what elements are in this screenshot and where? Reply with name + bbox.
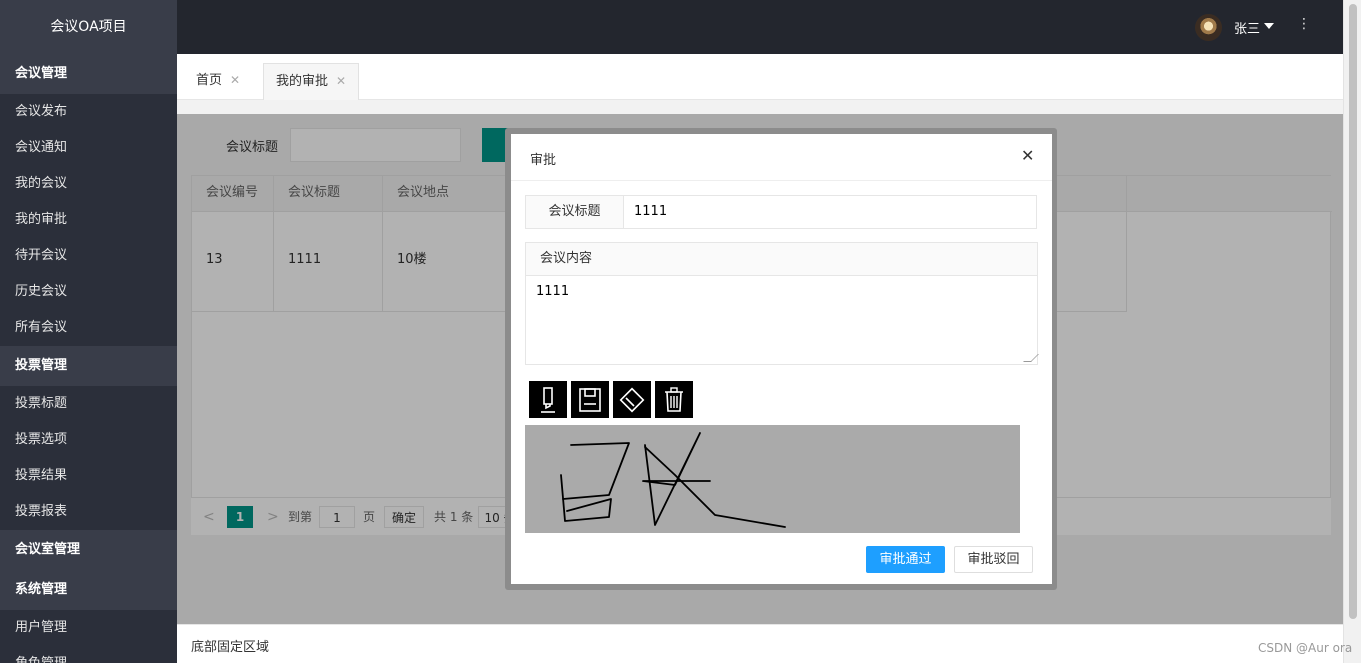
nav-item-history[interactable]: 历史会议 xyxy=(0,274,177,310)
nav-item-my-meeting[interactable]: 我的会议 xyxy=(0,166,177,202)
user-name[interactable]: 张三 xyxy=(1234,18,1260,37)
nav-item-user[interactable]: 用户管理 xyxy=(0,610,177,646)
nav-group-system[interactable]: 系统管理 xyxy=(0,570,177,610)
nav-group-vote[interactable]: 投票管理 xyxy=(0,346,177,386)
footer-text: 底部固定区域 xyxy=(191,640,270,655)
save-icon[interactable] xyxy=(571,381,609,418)
sidebar: 会议OA项目 会议管理 会议发布 会议通知 我的会议 我的审批 待开会议 历史会… xyxy=(0,0,177,663)
nav-item-publish[interactable]: 会议发布 xyxy=(0,94,177,130)
meeting-title-value[interactable]: 1111 xyxy=(634,196,667,228)
nav-group-room[interactable]: 会议室管理 xyxy=(0,530,177,570)
nav-item-vote-result[interactable]: 投票结果 xyxy=(0,458,177,494)
nav-item-my-approval[interactable]: 我的审批 xyxy=(0,202,177,238)
nav-group-meeting[interactable]: 会议管理 xyxy=(0,54,177,94)
nav-item-role[interactable]: 角色管理 xyxy=(0,646,177,663)
eraser-icon[interactable] xyxy=(613,381,651,418)
app-logo: 会议OA项目 xyxy=(0,0,177,54)
footer: 底部固定区域 xyxy=(177,624,1343,663)
page-scrollbar[interactable] xyxy=(1343,0,1361,663)
nav-item-vote-title[interactable]: 投票标题 xyxy=(0,386,177,422)
resize-handle-icon[interactable] xyxy=(1023,354,1039,362)
nav-item-vote-option[interactable]: 投票选项 xyxy=(0,422,177,458)
nav-item-pending[interactable]: 待开会议 xyxy=(0,238,177,274)
meeting-title-field: 会议标题 1111 xyxy=(525,195,1037,229)
field-label: 会议标题 xyxy=(526,196,624,228)
nav-item-notice[interactable]: 会议通知 xyxy=(0,130,177,166)
avatar[interactable] xyxy=(1195,14,1222,41)
top-header: 张三 ⋮ xyxy=(177,0,1343,54)
tab-label: 首页 xyxy=(196,73,223,88)
close-icon[interactable]: ✕ xyxy=(1021,146,1034,165)
tab-my-approval[interactable]: 我的审批 ✕ xyxy=(263,63,360,100)
nav-item-all[interactable]: 所有会议 xyxy=(0,310,177,346)
meeting-content-field: 会议内容 1111 xyxy=(525,242,1039,365)
tab-home[interactable]: 首页 ✕ xyxy=(184,63,252,100)
watermark: CSDN @Aur ora xyxy=(1258,641,1353,655)
close-icon[interactable]: ✕ xyxy=(230,73,240,87)
approval-dialog: 审批 ✕ 会议标题 1111 会议内容 1111 审批通过 审批驳回 xyxy=(511,134,1052,584)
dialog-title: 审批 xyxy=(530,153,557,168)
meeting-content-textarea[interactable]: 1111 xyxy=(526,276,1037,307)
signature-canvas[interactable] xyxy=(525,425,1020,533)
field-label: 会议内容 xyxy=(526,243,1037,276)
chevron-down-icon[interactable] xyxy=(1264,23,1274,29)
pen-icon[interactable] xyxy=(529,381,567,418)
close-icon[interactable]: ✕ xyxy=(336,74,346,88)
trash-icon[interactable] xyxy=(655,381,693,418)
handwritten-signature xyxy=(560,432,786,528)
more-vertical-icon[interactable]: ⋮ xyxy=(1297,16,1311,32)
divider xyxy=(511,180,1052,181)
tab-label: 我的审批 xyxy=(276,74,329,89)
reject-button[interactable]: 审批驳回 xyxy=(954,546,1033,573)
tab-bar: 首页 ✕ 我的审批 ✕ xyxy=(177,54,1343,100)
scrollbar-thumb[interactable] xyxy=(1349,4,1357,619)
nav-item-vote-report[interactable]: 投票报表 xyxy=(0,494,177,530)
approve-button[interactable]: 审批通过 xyxy=(866,546,945,573)
